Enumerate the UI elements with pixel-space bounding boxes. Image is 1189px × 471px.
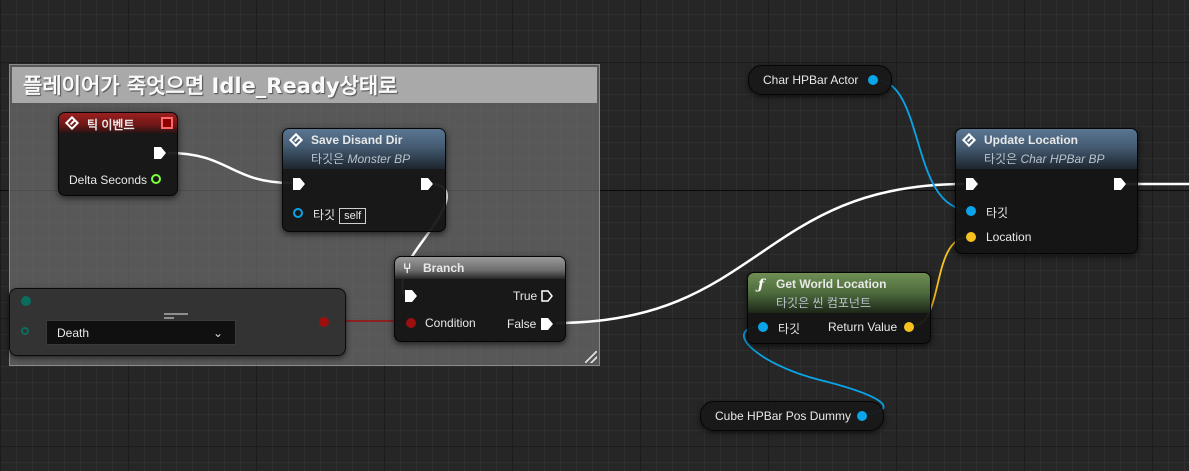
update-location-header[interactable]: Update Location 타깃은 Char HPBar BP <box>956 129 1137 169</box>
delegate-pin-icon[interactable] <box>161 117 173 129</box>
get-world-location-subtitle: 타깃은 씬 컴포넌트 <box>776 296 871 310</box>
tick-event-header[interactable]: 틱 이벤트 <box>59 113 177 133</box>
branch-true-label: True <box>513 289 538 303</box>
update-location-label: Location <box>986 230 1032 244</box>
enum-select-node[interactable]: Death ⌄ <box>9 288 346 356</box>
gwl-return-value-pin[interactable] <box>904 322 914 332</box>
tick-event-node[interactable]: 틱 이벤트 Delta Seconds <box>58 112 178 196</box>
update-exec-out-pin[interactable] <box>1114 178 1126 190</box>
enum-dropdown[interactable]: Death ⌄ <box>46 320 236 345</box>
exec-wire-tick-to-save <box>167 151 293 185</box>
update-exec-in-pin[interactable] <box>966 178 978 190</box>
delta-seconds-pin[interactable] <box>151 174 161 184</box>
function-icon <box>288 132 304 148</box>
cube-hpbar-pos-dummy-variable[interactable]: Cube HPBar Pos Dummy <box>700 401 884 431</box>
save-target-pin[interactable] <box>293 208 303 218</box>
branch-false-label: False <box>507 317 537 331</box>
gwl-target-pin[interactable] <box>758 322 768 332</box>
event-icon <box>64 115 80 131</box>
function-f-icon: ƒ <box>758 277 765 293</box>
tick-exec-out-pin[interactable] <box>154 147 166 159</box>
gwl-return-value-label: Return Value <box>828 320 898 334</box>
function-icon <box>961 132 977 148</box>
enum-input-pin[interactable] <box>21 296 31 306</box>
branch-false-pin[interactable] <box>541 318 553 330</box>
get-world-location-header[interactable]: ƒ Get World Location 타깃은 씬 컴포넌트 <box>748 273 930 313</box>
branch-title: Branch <box>423 261 465 275</box>
branch-exec-in-pin[interactable] <box>405 290 417 302</box>
branch-node[interactable]: ⑂ Branch True Condition False <box>394 256 566 342</box>
gwl-target-label: 타깃 <box>778 322 801 336</box>
save-exec-out-pin[interactable] <box>421 178 433 190</box>
enum-option-pin[interactable] <box>21 327 29 335</box>
update-location-node[interactable]: Update Location 타깃은 Char HPBar BP 타깃 Loc… <box>955 128 1138 254</box>
enum-selected-value: Death <box>57 326 90 340</box>
get-world-location-node[interactable]: ƒ Get World Location 타깃은 씬 컴포넌트 타깃 Retur… <box>747 272 931 344</box>
save-target-label: 타깃 self <box>313 206 367 224</box>
tick-event-title: 틱 이벤트 <box>87 118 135 132</box>
self-value-box[interactable]: self <box>339 208 367 224</box>
branch-condition-pin[interactable] <box>406 318 416 328</box>
branch-icon: ⑂ <box>403 260 412 276</box>
save-exec-in-pin[interactable] <box>293 178 305 190</box>
update-location-title: Update Location <box>984 133 1079 147</box>
cube-hpbar-pos-dummy-out-pin[interactable] <box>857 411 867 421</box>
branch-header[interactable]: ⑂ Branch <box>395 257 565 279</box>
enum-drag-grip <box>164 313 188 319</box>
save-disand-dir-title: Save Disand Dir <box>311 133 403 147</box>
save-disand-dir-subtitle: 타깃은 Monster BP <box>311 152 411 166</box>
get-world-location-title: Get World Location <box>776 277 887 291</box>
enum-output-pin[interactable] <box>319 317 329 327</box>
char-hpbar-actor-out-pin[interactable] <box>868 75 878 85</box>
cube-hpbar-pos-dummy-label: Cube HPBar Pos Dummy <box>715 409 852 423</box>
update-target-pin[interactable] <box>966 206 976 216</box>
save-disand-dir-header[interactable]: Save Disand Dir 타깃은 Monster BP <box>283 129 445 169</box>
chevron-down-icon: ⌄ <box>212 326 223 340</box>
save-disand-dir-node[interactable]: Save Disand Dir 타깃은 Monster BP 타깃 self <box>282 128 446 232</box>
update-target-label: 타깃 <box>986 206 1009 220</box>
update-location-subtitle: 타깃은 Char HPBar BP <box>984 152 1105 166</box>
branch-condition-label: Condition <box>425 316 476 330</box>
char-hpbar-actor-label: Char HPBar Actor <box>763 73 859 87</box>
update-location-pin[interactable] <box>966 232 976 242</box>
char-hpbar-actor-variable[interactable]: Char HPBar Actor <box>748 65 892 95</box>
delta-seconds-label: Delta Seconds <box>69 173 148 187</box>
branch-true-pin[interactable] <box>541 290 553 302</box>
